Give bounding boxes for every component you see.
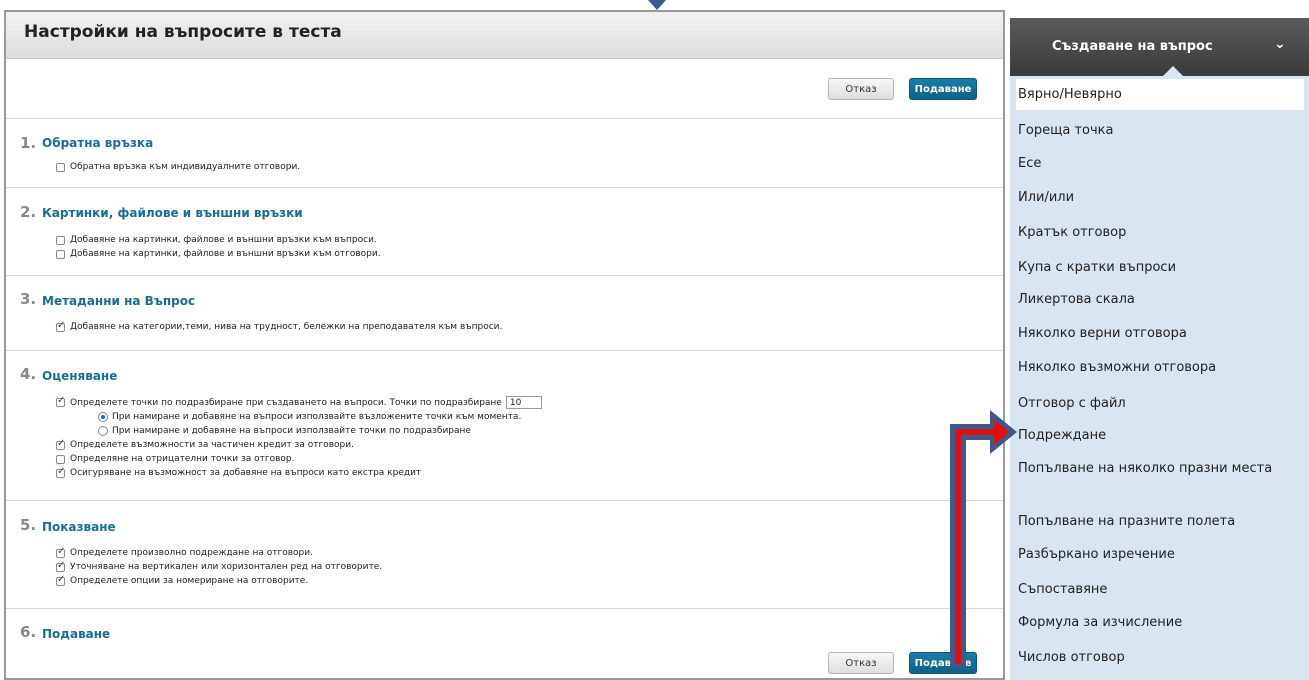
default-points-input[interactable]: 10 [505, 396, 542, 409]
checkbox-checked[interactable] [56, 560, 65, 572]
option-links-to-answers[interactable]: Добавяне на картинки, файлове и външни в… [56, 249, 381, 259]
menu-item-multiple-choice[interactable]: Няколко възможни отговора [1018, 360, 1216, 376]
cancel-button-bottom[interactable]: Отказ [828, 652, 894, 674]
checkbox-checked[interactable] [56, 546, 65, 558]
option-label: Уточняване на вертикален или хоризонтале… [70, 562, 383, 572]
menu-item-ordering[interactable]: Подреждане [1018, 428, 1106, 444]
divider [6, 608, 1003, 609]
section-title-submit: Подаване [42, 627, 111, 641]
option-default-points[interactable]: Определете точки по подразбиране при съз… [56, 395, 542, 409]
divider [6, 500, 1003, 501]
divider [6, 118, 1003, 119]
option-label: Определете възможности за частичен креди… [70, 440, 354, 450]
option-label: При намиране и добавяне на въпроси изпол… [112, 412, 522, 422]
menu-item-multiple-answer[interactable]: Няколко верни отговора [1018, 326, 1187, 342]
create-question-label: Създаване на въпрос [1052, 39, 1213, 54]
checkbox-checked[interactable] [56, 574, 65, 586]
create-question-dropdown: Създаване на въпрос ⌄ Вярно/Невярно Горе… [1010, 18, 1309, 680]
checkbox[interactable] [56, 162, 65, 172]
radio-use-default-points[interactable]: При намиране и добавяне на въпроси изпол… [98, 426, 471, 436]
section-number: 4. [20, 365, 37, 383]
checkbox-checked[interactable] [56, 466, 65, 478]
option-individual-feedback[interactable]: Обратна връзка към индивидуалните отгово… [56, 162, 300, 172]
menu-item-jumbled-sentence[interactable]: Разбъркано изречение [1018, 547, 1175, 563]
menu-item-quiz-bowl[interactable]: Купа с кратки въпроси [1018, 260, 1176, 276]
checkbox[interactable] [56, 454, 65, 464]
option-negative-points[interactable]: Определяне на отрицателни точки за отгов… [56, 454, 295, 464]
dropdown-notch [1163, 66, 1183, 76]
radio-selected[interactable] [98, 412, 108, 422]
question-type-menu: Вярно/Невярно Гореща точка Есе Или/или К… [1010, 76, 1309, 680]
section-number: 3. [20, 290, 37, 308]
section-title-grading: Оценяване [42, 369, 118, 383]
page-title: Настройки на въпросите в теста [24, 22, 342, 42]
radio-use-assigned-points[interactable]: При намиране и добавяне на въпроси изпол… [98, 412, 521, 422]
section-title-display: Показване [42, 520, 116, 534]
menu-item-short-answer[interactable]: Кратък отговор [1018, 225, 1126, 241]
option-numbering[interactable]: Определете опции за номериране на отгово… [56, 574, 309, 586]
option-label: Определете точки по подразбиране при съз… [70, 397, 502, 408]
checkbox-checked[interactable] [56, 438, 65, 450]
option-extra-credit[interactable]: Осигуряване на възможност за добавяне на… [56, 466, 422, 478]
option-add-metadata[interactable]: Добавяне на категории,теми, нива на труд… [56, 320, 503, 332]
checkbox[interactable] [56, 235, 65, 245]
divider [6, 187, 1003, 188]
checkbox-checked[interactable] [56, 320, 65, 332]
section-number: 1. [20, 134, 37, 152]
create-question-button[interactable]: Създаване на въпрос ⌄ [1010, 18, 1309, 76]
divider [6, 275, 1003, 276]
option-label: Определете опции за номериране на отгово… [70, 576, 309, 586]
test-settings-panel: Настройки на въпросите в теста Отказ Под… [4, 10, 1005, 680]
section-title-metadata: Метаданни на Въпрос [42, 294, 196, 308]
option-partial-credit[interactable]: Определете възможности за частичен креди… [56, 438, 354, 450]
option-label: При намиране и добавяне на въпроси изпол… [112, 426, 471, 436]
section-title-images-files-links: Картинки, файлове и външни връзки [42, 206, 303, 220]
section-number: 6. [20, 623, 37, 641]
cancel-button-top[interactable]: Отказ [828, 78, 894, 100]
option-random-order[interactable]: Определете произволно подреждане на отго… [56, 546, 313, 558]
option-label: Добавяне на картинки, файлове и външни в… [70, 235, 377, 245]
option-label: Определете произволно подреждане на отго… [70, 548, 313, 558]
top-pointer-arrow-icon [648, 0, 666, 10]
option-label: Добавяне на картинки, файлове и външни в… [70, 249, 381, 259]
checkbox-checked[interactable] [56, 395, 65, 407]
menu-item-calculated-formula[interactable]: Формула за изчисление [1018, 615, 1182, 631]
page-header: Настройки на въпросите в теста [6, 12, 1003, 59]
option-vertical-horizontal[interactable]: Уточняване на вертикален или хоризонтале… [56, 560, 383, 572]
menu-item-fill-multiple-blanks[interactable]: Попълване на няколко празни места [1018, 461, 1298, 477]
section-number: 5. [20, 516, 37, 534]
menu-item-calculated-numeric[interactable]: Числов отговор [1018, 650, 1125, 666]
menu-item-either-or[interactable]: Или/или [1018, 190, 1074, 206]
menu-item-file-response[interactable]: Отговор с файл [1018, 396, 1126, 412]
divider [6, 350, 1003, 351]
option-label: Осигуряване на възможност за добавяне на… [70, 468, 422, 478]
option-label: Обратна връзка към индивидуалните отгово… [70, 162, 301, 172]
submit-button-top[interactable]: Подаване [909, 78, 977, 100]
section-title-feedback: Обратна връзка [42, 136, 154, 150]
menu-item-essay[interactable]: Есе [1018, 156, 1041, 172]
option-label: Определяне на отрицателни точки за отгов… [70, 454, 295, 464]
menu-item-hot-spot[interactable]: Гореща точка [1018, 123, 1114, 139]
menu-item-matching[interactable]: Съпоставяне [1018, 582, 1107, 598]
menu-item-fill-blank[interactable]: Попълване на празните полета [1018, 514, 1235, 530]
chevron-down-icon: ⌄ [1274, 36, 1286, 52]
submit-button-bottom[interactable]: Подаване [909, 652, 977, 674]
section-number: 2. [20, 203, 37, 221]
checkbox[interactable] [56, 249, 65, 259]
menu-item-true-false[interactable]: Вярно/Невярно [1018, 87, 1122, 103]
menu-item-likert[interactable]: Ликертова скала [1018, 292, 1135, 308]
option-links-to-questions[interactable]: Добавяне на картинки, файлове и външни в… [56, 235, 377, 245]
option-label: Добавяне на категории,теми, нива на труд… [70, 322, 503, 332]
radio[interactable] [98, 426, 108, 436]
